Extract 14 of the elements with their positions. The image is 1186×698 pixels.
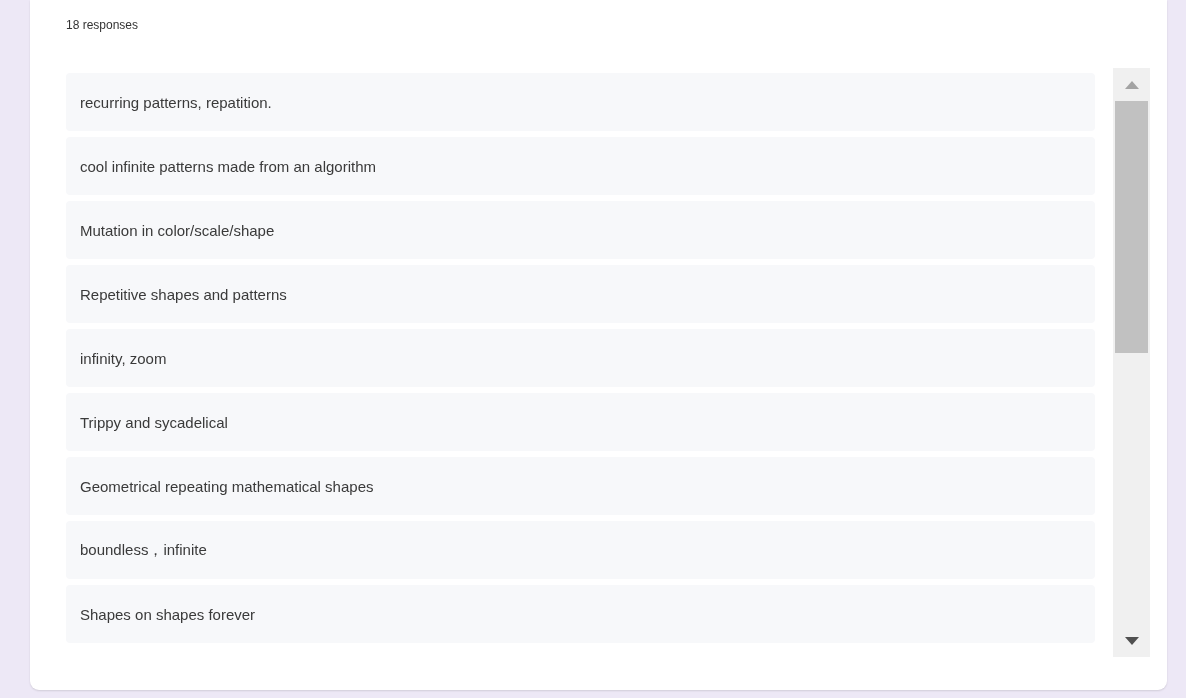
response-item: infinity, zoom xyxy=(66,329,1095,387)
response-count: 18 responses xyxy=(66,17,139,34)
scrollbar-thumb[interactable] xyxy=(1115,101,1148,353)
response-item: Shapes on shapes forever xyxy=(66,585,1095,643)
scrollbar[interactable] xyxy=(1113,68,1150,657)
response-item: Trippy and sycadelical xyxy=(66,393,1095,451)
response-item: Repetitive shapes and patterns xyxy=(66,265,1095,323)
response-item: recurring patterns, repatition. xyxy=(66,73,1095,131)
response-item: Geometrical repeating mathematical shapes xyxy=(66,457,1095,515)
down-arrow-icon[interactable] xyxy=(1124,637,1139,645)
up-arrow-icon[interactable] xyxy=(1124,81,1139,89)
response-item: cool infinite patterns made from an algorithm xyxy=(66,137,1095,195)
response-item: boundless，infinite xyxy=(66,521,1095,579)
response-item: Mutation in color/scale/shape xyxy=(66,201,1095,259)
